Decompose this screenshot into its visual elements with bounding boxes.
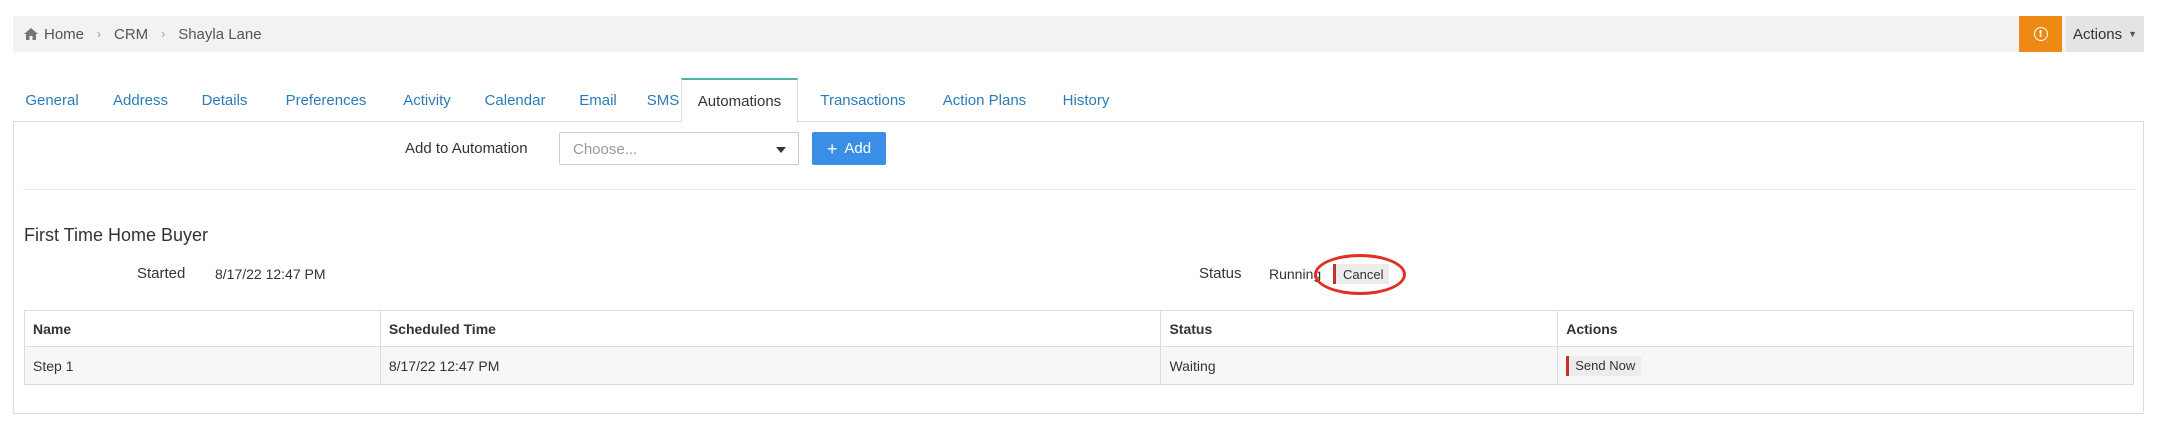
status-label: Status: [1199, 265, 1242, 282]
tab-automations[interactable]: Automations: [681, 78, 798, 123]
steps-table: Name Scheduled Time Status Actions Step …: [24, 310, 2134, 385]
cell-actions: Send Now: [1557, 346, 2134, 385]
column-header-name: Name: [24, 310, 381, 347]
caret-down-icon: [776, 147, 786, 153]
breadcrumb-crm[interactable]: CRM: [114, 26, 148, 43]
tab-preferences[interactable]: Preferences: [266, 78, 386, 122]
automation-select-placeholder: Choose...: [573, 141, 638, 158]
home-icon: [24, 28, 38, 40]
tab-activity[interactable]: Activity: [387, 78, 467, 122]
cell-step-name: Step 1: [24, 346, 381, 385]
cell-scheduled-time: 8/17/22 12:47 PM: [379, 346, 1162, 385]
add-automation-button[interactable]: + Add: [812, 132, 886, 165]
started-label: Started: [137, 265, 186, 282]
breadcrumb-home-label: Home: [44, 25, 85, 43]
tab-action-plans[interactable]: Action Plans: [927, 78, 1042, 122]
table-header-row: Name Scheduled Time Status Actions: [24, 310, 2134, 347]
divider: [23, 189, 2135, 190]
tab-email[interactable]: Email: [563, 78, 633, 122]
chevron-down-icon: ▼: [2128, 29, 2138, 39]
tab-details[interactable]: Details: [185, 78, 264, 122]
send-now-button[interactable]: Send Now: [1566, 355, 1642, 376]
started-value: 8/17/22 12:47 PM: [215, 266, 326, 282]
breadcrumb-home[interactable]: Home: [23, 26, 84, 43]
tab-calendar[interactable]: Calendar: [468, 78, 562, 122]
info-button[interactable]: !: [2019, 16, 2062, 52]
cell-status: Waiting: [1160, 346, 1559, 385]
breadcrumb: Home › CRM › Shayla Lane: [23, 16, 262, 52]
info-icon: !: [2033, 27, 2048, 41]
breadcrumb-bar: Home › CRM › Shayla Lane: [13, 16, 2144, 52]
column-header-scheduled-time: Scheduled Time: [379, 310, 1162, 347]
automation-title: First Time Home Buyer: [24, 225, 209, 245]
tab-bar: General Address Details Preferences Acti…: [13, 78, 2144, 123]
highlight-annotation: [1314, 254, 1406, 295]
breadcrumb-separator-icon: ›: [97, 27, 102, 41]
plus-icon: +: [826, 138, 838, 159]
automation-select[interactable]: Choose...: [559, 132, 799, 165]
column-header-actions: Actions: [1557, 310, 2134, 347]
add-button-label: Add: [844, 140, 872, 157]
breadcrumb-current: Shayla Lane: [178, 25, 262, 43]
column-header-status: Status: [1160, 310, 1559, 347]
actions-dropdown-button[interactable]: Actions ▼: [2066, 16, 2144, 52]
breadcrumb-separator-icon: ›: [161, 27, 166, 41]
table-row: Step 1 8/17/22 12:47 PM Waiting Send Now: [24, 346, 2134, 385]
actions-label: Actions: [2072, 25, 2123, 43]
add-to-automation-label: Add to Automation: [405, 140, 528, 157]
tab-general[interactable]: General: [13, 78, 91, 122]
tab-address[interactable]: Address: [96, 78, 185, 122]
tab-history[interactable]: History: [1044, 78, 1128, 122]
tab-transactions[interactable]: Transactions: [801, 78, 925, 122]
